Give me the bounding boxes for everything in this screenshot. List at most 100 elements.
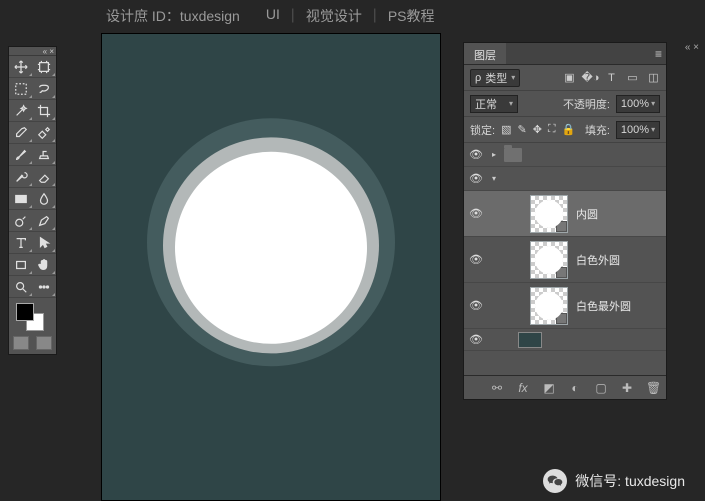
opacity-value: 100% xyxy=(621,98,649,110)
lock-label: 锁定: xyxy=(470,122,495,138)
magic-wand-tool[interactable] xyxy=(9,100,33,122)
lock-all-icon[interactable]: 🔒 xyxy=(562,123,576,136)
fx-icon[interactable]: fx xyxy=(516,381,530,395)
visibility-toggle-icon[interactable]: 👁 xyxy=(468,171,484,187)
layer-thumbnail[interactable] xyxy=(530,287,568,325)
link-layers-icon[interactable]: ⚯ xyxy=(490,381,504,395)
zoom-tool[interactable] xyxy=(9,276,33,298)
disclosure-down-icon[interactable]: ▾ xyxy=(488,174,500,183)
blend-mode-select[interactable]: 正常 ▾ xyxy=(470,95,518,113)
new-group-icon[interactable]: ▢ xyxy=(594,381,608,395)
opacity-input[interactable]: 100% ▾ xyxy=(616,95,660,113)
chevron-down-icon: ▾ xyxy=(511,73,515,82)
nav-visual: 视觉设计 xyxy=(306,6,362,26)
screen-mode-icon[interactable] xyxy=(36,336,52,350)
blend-mode-label: 正常 xyxy=(475,96,497,112)
chevron-down-icon: ▾ xyxy=(651,125,655,134)
wechat-icon xyxy=(543,469,567,493)
visibility-toggle-icon[interactable]: 👁 xyxy=(468,147,484,163)
layers-footer: ⚯ fx ◩ ◐ ▢ ✚ 🗑 xyxy=(464,375,666,399)
wechat-label: 微信号: tuxdesign xyxy=(575,471,685,491)
folder-icon xyxy=(504,148,522,162)
layer-thumbnail[interactable] xyxy=(530,195,568,233)
spot-heal-tool[interactable] xyxy=(33,122,57,144)
shape-inner-circle xyxy=(175,152,367,344)
tools-grid xyxy=(9,56,56,298)
color-swatches[interactable] xyxy=(9,298,56,332)
filter-shape-icon[interactable]: ▭ xyxy=(626,71,639,84)
lock-trans-icon[interactable]: ▧ xyxy=(501,123,511,136)
layer-row[interactable]: 👁 xyxy=(464,329,666,351)
tools-header[interactable]: « × xyxy=(9,47,56,56)
layer-row[interactable]: 👁 内圆 xyxy=(464,191,666,237)
layer-row[interactable]: 👁 白色最外圆 xyxy=(464,283,666,329)
filter-row: ρ 类型 ▾ ▣ �◑ T ▭ ◫ xyxy=(464,65,666,91)
lock-pos-icon[interactable]: ✥ xyxy=(533,123,542,136)
blend-row: 正常 ▾ 不透明度: 100% ▾ xyxy=(464,91,666,117)
filter-icons: ▣ �◑ T ▭ ◫ xyxy=(563,71,660,84)
move-tool[interactable] xyxy=(9,56,33,78)
edit-toolbar-tool[interactable] xyxy=(33,276,57,298)
filter-smart-icon[interactable]: ◫ xyxy=(647,71,660,84)
panel-tabs: 图层 ≡ xyxy=(464,43,666,65)
visibility-toggle-icon[interactable]: 👁 xyxy=(468,298,484,314)
visibility-toggle-icon[interactable]: 👁 xyxy=(468,206,484,222)
filter-type-select[interactable]: ρ 类型 ▾ xyxy=(470,69,520,87)
search-icon: ρ xyxy=(475,72,481,84)
nav-ui: UI xyxy=(266,6,280,26)
quick-mask-toggle[interactable] xyxy=(9,332,56,354)
filter-type-icon[interactable]: T xyxy=(605,71,618,84)
filter-pixel-icon[interactable]: ▣ xyxy=(563,71,576,84)
fill-input[interactable]: 100% ▾ xyxy=(616,121,660,139)
foreground-swatch[interactable] xyxy=(16,303,34,321)
layer-row[interactable]: 👁 白色外圆 xyxy=(464,237,666,283)
type-tool[interactable] xyxy=(9,232,33,254)
layer-name-label: 白色外圆 xyxy=(576,252,620,268)
opacity-label: 不透明度: xyxy=(563,96,610,112)
gradient-tool[interactable] xyxy=(9,188,33,210)
eyedropper-tool[interactable] xyxy=(9,122,33,144)
eraser-tool[interactable] xyxy=(33,166,57,188)
crop-tool[interactable] xyxy=(33,100,57,122)
panel-collapse-arrows[interactable]: « × xyxy=(685,42,699,53)
brush-tool[interactable] xyxy=(9,144,33,166)
panel-menu-icon[interactable]: ≡ xyxy=(655,43,666,64)
lock-artboard-icon[interactable]: ⛶ xyxy=(548,123,556,136)
lasso-tool[interactable] xyxy=(33,78,57,100)
artboard-tool[interactable] xyxy=(33,56,57,78)
tab-layers[interactable]: 图层 xyxy=(464,43,506,64)
standard-mode-icon[interactable] xyxy=(13,336,29,350)
chevron-down-icon: ▾ xyxy=(509,99,513,108)
layer-thumbnail[interactable] xyxy=(518,332,542,348)
layer-name-label: 白色最外圆 xyxy=(576,298,631,314)
clone-stamp-tool[interactable] xyxy=(33,144,57,166)
filter-adjust-icon[interactable]: �◑ xyxy=(584,71,597,84)
wechat-footer: 微信号: tuxdesign xyxy=(543,469,685,493)
canvas[interactable] xyxy=(101,33,441,501)
layers-panel: 图层 ≡ ρ 类型 ▾ ▣ �◑ T ▭ ◫ 正常 ▾ 不透明度: 100% ▾… xyxy=(463,42,667,400)
visibility-toggle-icon[interactable]: 👁 xyxy=(468,332,484,348)
blur-tool[interactable] xyxy=(33,188,57,210)
layer-thumbnail[interactable] xyxy=(530,241,568,279)
path-select-tool[interactable] xyxy=(33,232,57,254)
mask-icon[interactable]: ◩ xyxy=(542,381,556,395)
chevron-down-icon: ▾ xyxy=(651,99,655,108)
fill-label: 填充: xyxy=(585,122,610,138)
delete-icon[interactable]: 🗑 xyxy=(646,381,660,395)
group-row[interactable]: 👁 ▸ xyxy=(464,143,666,167)
fill-value: 100% xyxy=(621,124,649,136)
rect-marquee-tool[interactable] xyxy=(9,78,33,100)
adjustment-icon[interactable]: ◐ xyxy=(568,381,582,395)
history-brush-tool[interactable] xyxy=(9,166,33,188)
visibility-toggle-icon[interactable]: 👁 xyxy=(468,252,484,268)
group-row[interactable]: 👁 ▾ xyxy=(464,167,666,191)
hand-tool[interactable] xyxy=(33,254,57,276)
nav-sep: ｜ xyxy=(286,6,300,26)
dodge-tool[interactable] xyxy=(9,210,33,232)
brand-text: 设计庶 ID：tuxdesign xyxy=(106,6,240,26)
new-layer-icon[interactable]: ✚ xyxy=(620,381,634,395)
pen-tool[interactable] xyxy=(33,210,57,232)
lock-paint-icon[interactable]: ✎ xyxy=(517,123,526,136)
rectangle-tool[interactable] xyxy=(9,254,33,276)
disclosure-right-icon[interactable]: ▸ xyxy=(488,150,500,159)
